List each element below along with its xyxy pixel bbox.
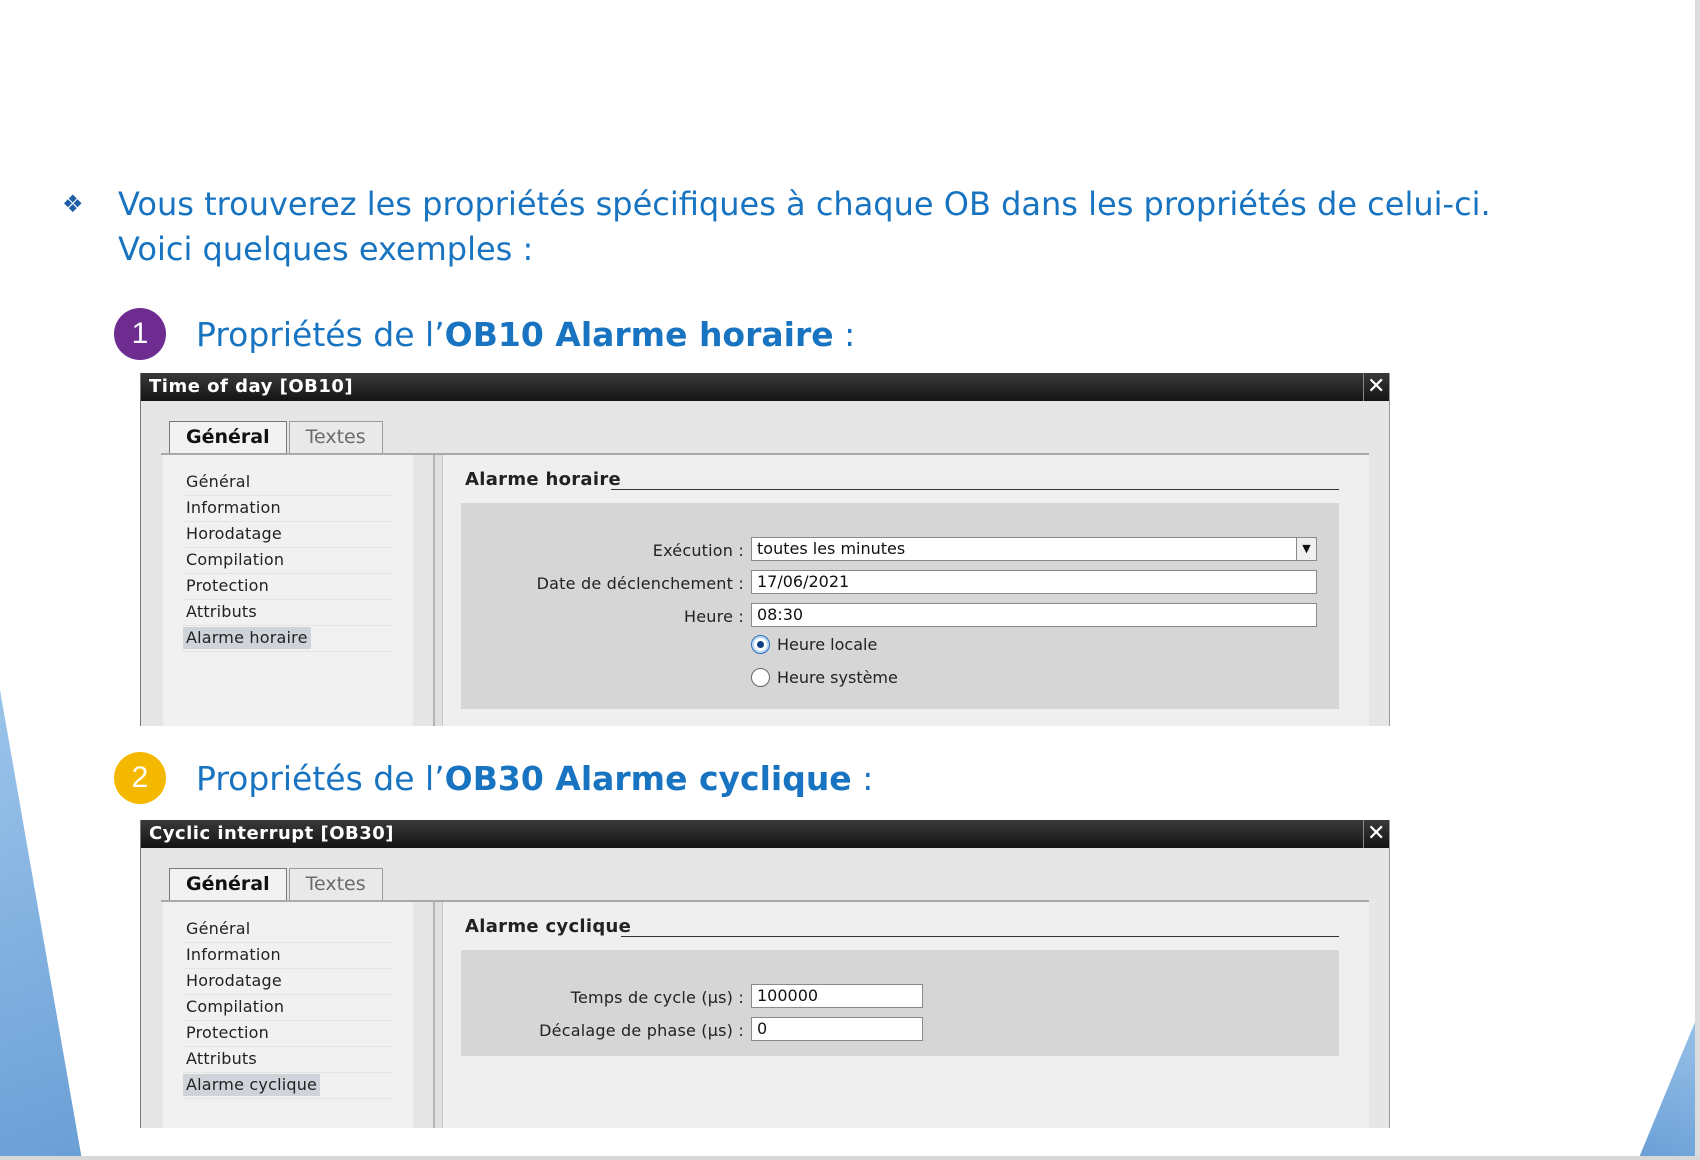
nav-item-general[interactable]: Général	[183, 918, 253, 940]
dialog-1-titlebar: Time of day [OB10] ✕	[141, 373, 1389, 401]
intro-line-1: Vous trouverez les propriétés spécifique…	[118, 185, 1491, 223]
phase-offset-label: Décalage de phase (µs) :	[539, 1021, 744, 1040]
nav-separator	[183, 573, 393, 574]
section-rule	[611, 489, 1339, 490]
step-2-title: Propriétés de l’OB30 Alarme cyclique :	[196, 758, 874, 798]
dialog-2-titlebar: Cyclic interrupt [OB30] ✕	[141, 820, 1389, 848]
decorative-shape-right	[1638, 1010, 1700, 1160]
nav-item-alarme-cyclique[interactable]: Alarme cyclique	[183, 1074, 321, 1096]
decorative-shape-left	[0, 690, 82, 1160]
cycle-time-field[interactable]: 100000	[751, 984, 923, 1008]
section-title-alarme-cyclique: Alarme cyclique	[465, 916, 632, 937]
nav-item-attributs[interactable]: Attributs	[183, 1048, 260, 1070]
cycle-time-label: Temps de cycle (µs) :	[570, 988, 744, 1007]
radio-heure-systeme-label: Heure système	[777, 668, 898, 687]
nav-separator	[183, 599, 393, 600]
nav-separator	[183, 1072, 393, 1073]
nav-item-alarme-horaire[interactable]: Alarme horaire	[183, 627, 311, 649]
tab-textes[interactable]: Textes	[288, 421, 383, 453]
nav-item-horodatage[interactable]: Horodatage	[183, 970, 285, 992]
radio-checked-icon	[751, 635, 770, 654]
radio-unchecked-icon	[751, 668, 770, 687]
execution-value: toutes les minutes	[757, 539, 906, 558]
step-1-heading: 1 Propriétés de l’OB10 Alarme horaire :	[114, 308, 855, 360]
dialog-2-tabs: Général Textes	[169, 868, 385, 900]
nav-item-information[interactable]: Information	[183, 497, 284, 519]
nav-separator	[183, 1098, 393, 1099]
execution-label: Exécution :	[652, 541, 744, 560]
slide-edge-bottom	[0, 1156, 1700, 1160]
diamond-bullet-icon: ❖	[62, 190, 84, 218]
nav-item-horodatage[interactable]: Horodatage	[183, 523, 285, 545]
radio-heure-locale[interactable]: Heure locale	[751, 635, 877, 654]
step-2-heading: 2 Propriétés de l’OB30 Alarme cyclique :	[114, 752, 873, 804]
nav-separator	[183, 942, 393, 943]
dialog-2-nav: Général Information Horodatage Compilati…	[163, 902, 413, 1128]
dialog-1-tabs: Général Textes	[169, 421, 385, 453]
nav-item-attributs[interactable]: Attributs	[183, 601, 260, 623]
nav-item-protection[interactable]: Protection	[183, 575, 272, 597]
nav-separator	[183, 521, 393, 522]
date-field[interactable]: 17/06/2021	[751, 570, 1317, 594]
heure-label: Heure :	[684, 607, 744, 626]
step-1-number: 1	[114, 308, 166, 360]
dialog-1-title: Time of day [OB10]	[149, 376, 354, 397]
dialog-1-nav: Général Information Horodatage Compilati…	[163, 455, 413, 726]
heure-field[interactable]: 08:30	[751, 603, 1317, 627]
tab-general[interactable]: Général	[169, 868, 287, 900]
dialog-2-content: Alarme cyclique Temps de cycle (µs) : 10…	[443, 902, 1369, 1128]
date-label: Date de déclenchement :	[536, 574, 744, 593]
execution-select[interactable]: toutes les minutes ▼	[751, 537, 1317, 561]
nav-separator	[183, 495, 393, 496]
nav-splitter[interactable]	[433, 455, 443, 726]
step-2-number: 2	[114, 752, 166, 804]
nav-item-general[interactable]: Général	[183, 471, 253, 493]
section-title-alarme-horaire: Alarme horaire	[465, 469, 622, 490]
phase-offset-field[interactable]: 0	[751, 1017, 923, 1041]
nav-separator	[183, 994, 393, 995]
nav-separator	[183, 547, 393, 548]
nav-separator	[183, 625, 393, 626]
alarm-settings-panel: Exécution : toutes les minutes ▼ Date de…	[461, 503, 1339, 709]
close-icon[interactable]: ✕	[1363, 820, 1389, 848]
nav-separator	[183, 1046, 393, 1047]
step-1-title: Propriétés de l’OB10 Alarme horaire :	[196, 314, 856, 354]
dialog-cyclic-interrupt: Cyclic interrupt [OB30] ✕ Général Textes…	[140, 820, 1390, 1128]
intro-line-2: Voici quelques exemples :	[118, 230, 534, 268]
nav-separator	[183, 1020, 393, 1021]
slide-edge-right	[1695, 0, 1700, 1160]
tab-textes[interactable]: Textes	[288, 868, 383, 900]
nav-separator	[183, 968, 393, 969]
nav-item-protection[interactable]: Protection	[183, 1022, 272, 1044]
tab-general[interactable]: Général	[169, 421, 287, 453]
nav-item-compilation[interactable]: Compilation	[183, 996, 287, 1018]
radio-heure-locale-label: Heure locale	[777, 635, 878, 654]
cyclic-settings-panel: Temps de cycle (µs) : 100000 Décalage de…	[461, 950, 1339, 1056]
section-rule	[621, 936, 1339, 937]
nav-separator	[183, 651, 393, 652]
nav-item-compilation[interactable]: Compilation	[183, 549, 287, 571]
close-icon[interactable]: ✕	[1363, 373, 1389, 401]
chevron-down-icon[interactable]: ▼	[1296, 538, 1316, 560]
dialog-1-content: Alarme horaire Exécution : toutes les mi…	[443, 455, 1369, 726]
nav-splitter[interactable]	[433, 902, 443, 1128]
radio-heure-systeme[interactable]: Heure système	[751, 668, 898, 687]
nav-item-information[interactable]: Information	[183, 944, 284, 966]
dialog-2-title: Cyclic interrupt [OB30]	[149, 823, 395, 844]
dialog-time-of-day: Time of day [OB10] ✕ Général Textes Géné…	[140, 373, 1390, 726]
